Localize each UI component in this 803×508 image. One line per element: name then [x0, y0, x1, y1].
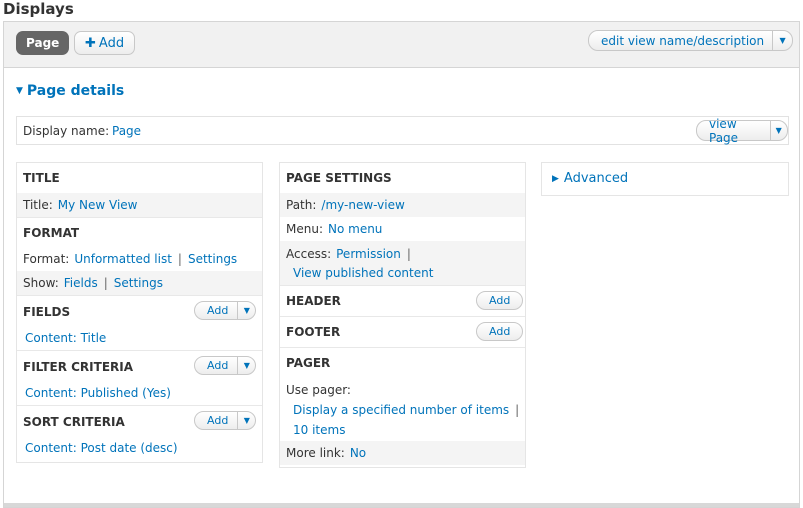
more-link-row: More link: No	[280, 441, 525, 465]
display-name-value[interactable]: Page	[112, 124, 141, 138]
access-value-link[interactable]: Permission	[336, 247, 401, 261]
displays-panel: Page ✚ Add edit view name/description ▼ …	[3, 21, 800, 508]
add-label[interactable]: Add	[195, 357, 237, 374]
show-value-link[interactable]: Fields	[64, 276, 98, 290]
advanced-label: Advanced	[563, 171, 629, 186]
use-pager-row: Use pager: Display a specified number of…	[280, 377, 525, 441]
path-value-link[interactable]: /my-new-view	[321, 198, 404, 212]
use-pager-items-link[interactable]: 10 items	[293, 423, 345, 437]
edit-view-label[interactable]: edit view name/description	[589, 31, 772, 50]
plus-icon: ✚	[85, 35, 96, 51]
chevron-down-icon[interactable]: ▼	[769, 121, 787, 140]
sort-add-button[interactable]: Add ▼	[194, 411, 257, 430]
tab-page[interactable]: Page	[16, 31, 70, 55]
show-label: Show:	[23, 276, 59, 290]
header-add-button[interactable]: Add	[476, 291, 524, 310]
chevron-down-icon[interactable]: ▼	[772, 31, 792, 50]
filter-add-button[interactable]: Add ▼	[194, 356, 257, 375]
divider	[17, 217, 262, 218]
display-name-row: Display name: Page view Page ▼	[16, 116, 789, 145]
separator: |	[515, 403, 520, 417]
title-section-heading: TITLE	[23, 171, 60, 185]
access-row: Access: Permission | View published cont…	[280, 241, 525, 285]
add-label[interactable]: Add	[195, 302, 237, 319]
menu-label: Menu:	[286, 222, 323, 236]
chevron-down-icon[interactable]: ▼	[237, 357, 255, 374]
divider	[17, 350, 262, 351]
triangle-down-icon: ▼	[16, 86, 23, 96]
separator: |	[177, 252, 182, 266]
title-row: Title: My New View	[17, 193, 262, 217]
title-label: Title:	[23, 198, 53, 212]
sort-item-link[interactable]: Content: Post date (desc)	[25, 441, 178, 455]
menu-value-link[interactable]: No menu	[328, 222, 382, 236]
separator: |	[406, 247, 411, 261]
list-item: Content: Title	[17, 326, 262, 350]
divider	[280, 316, 525, 317]
access-value-link-2[interactable]: View published content	[293, 266, 433, 280]
display-tabs-bar: Page ✚ Add edit view name/description ▼	[4, 22, 799, 68]
fields-add-button[interactable]: Add ▼	[194, 301, 257, 320]
title-value-link[interactable]: My New View	[58, 198, 138, 212]
add-display-label: Add	[98, 35, 125, 51]
more-link-value-link[interactable]: No	[350, 446, 366, 460]
format-section-heading: FORMAT	[23, 226, 80, 240]
access-label: Access:	[286, 247, 332, 261]
column-basic-settings: TITLE Title: My New View FORMAT Format: …	[16, 162, 263, 463]
add-label: Add	[489, 325, 511, 338]
path-label: Path:	[286, 198, 317, 212]
view-page-label[interactable]: view Page	[697, 117, 770, 145]
divider	[4, 503, 799, 507]
list-item: Content: Published (Yes)	[17, 381, 262, 405]
footer-add-button[interactable]: Add	[476, 322, 524, 341]
filter-item-link[interactable]: Content: Published (Yes)	[25, 386, 171, 400]
column-advanced: ▶ Advanced	[541, 162, 789, 196]
add-label[interactable]: Add	[195, 412, 237, 429]
triangle-right-icon: ▶	[552, 173, 559, 184]
advanced-toggle[interactable]: ▶ Advanced	[552, 171, 628, 186]
add-label: Add	[489, 294, 511, 307]
column-page-settings: PAGE SETTINGS Path: /my-new-view Menu: N…	[279, 162, 526, 468]
page-settings-section-heading: PAGE SETTINGS	[286, 171, 392, 185]
divider	[17, 295, 262, 296]
divider	[280, 285, 525, 286]
edit-view-name-button[interactable]: edit view name/description ▼	[588, 30, 794, 51]
chevron-down-icon[interactable]: ▼	[237, 412, 255, 429]
displays-title: Displays	[3, 0, 74, 18]
show-settings-link[interactable]: Settings	[114, 276, 163, 290]
format-settings-link[interactable]: Settings	[188, 252, 237, 266]
list-item: Content: Post date (desc)	[17, 436, 262, 460]
page-details-label: Page details	[26, 83, 125, 99]
use-pager-label: Use pager:	[286, 383, 351, 397]
add-display-button[interactable]: ✚ Add	[74, 31, 136, 55]
format-row: Format: Unformatted list | Settings	[17, 247, 262, 271]
separator: |	[103, 276, 108, 290]
page-details-toggle[interactable]: ▼ Page details	[16, 83, 124, 99]
format-value-link[interactable]: Unformatted list	[74, 252, 172, 266]
path-row: Path: /my-new-view	[280, 193, 525, 217]
chevron-down-icon[interactable]: ▼	[237, 302, 255, 319]
menu-row: Menu: No menu	[280, 217, 525, 241]
display-name-label: Display name:	[23, 124, 110, 138]
use-pager-value-link[interactable]: Display a specified number of items	[293, 403, 509, 417]
fields-item-link[interactable]: Content: Title	[25, 331, 106, 345]
show-row: Show: Fields | Settings	[17, 271, 262, 295]
divider	[280, 347, 525, 348]
view-page-button[interactable]: view Page ▼	[696, 117, 788, 145]
pager-section-heading: PAGER	[286, 356, 331, 370]
divider	[17, 405, 262, 406]
format-label: Format:	[23, 252, 70, 266]
more-link-label: More link:	[286, 446, 345, 460]
